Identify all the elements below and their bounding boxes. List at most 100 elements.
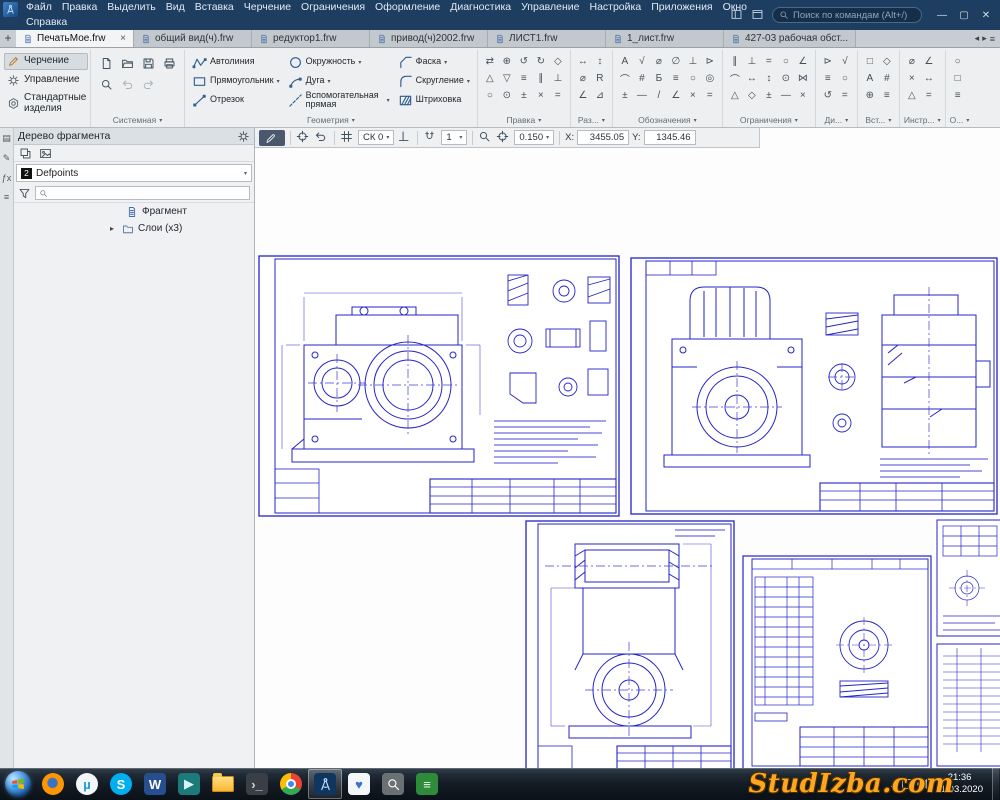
chrome-icon[interactable] [274, 769, 308, 799]
scale-field[interactable]: 1▾ [441, 130, 467, 145]
library-app-icon[interactable]: ≡ [410, 769, 444, 799]
tool-autoline[interactable]: Автолиния [190, 53, 282, 71]
tool-icon[interactable]: ▽ [499, 70, 515, 86]
tool-icon[interactable]: ⊳ [820, 53, 836, 69]
command-search[interactable] [772, 7, 922, 23]
document-tab[interactable]: редуктор1.frw [252, 30, 370, 47]
new-document-button[interactable] [96, 53, 116, 73]
tool-icon[interactable]: ↔ [575, 53, 591, 69]
menu-item[interactable]: Оформление [370, 0, 445, 15]
scroll-tabs-right-icon[interactable]: ▸ [982, 33, 987, 44]
menu-item[interactable]: Вставка [190, 0, 239, 15]
windows-arrange-icon[interactable] [751, 8, 766, 23]
tree-node[interactable]: Фрагмент [14, 203, 254, 220]
save-button[interactable] [138, 53, 158, 73]
tool-icon[interactable]: ○ [950, 53, 966, 69]
tool-icon[interactable]: ↻ [533, 53, 549, 69]
new-tab-button[interactable]: + [0, 30, 16, 47]
panel-pencil-icon[interactable]: ✎ [3, 153, 11, 164]
tool-icon[interactable]: — [634, 87, 650, 103]
snap-settings-icon[interactable] [423, 130, 438, 145]
tool-icon[interactable]: × [795, 87, 811, 103]
move-tool-icon[interactable] [296, 130, 311, 145]
scroll-tabs-left-icon[interactable]: ◂ [975, 33, 980, 44]
tool-icon[interactable]: ± [516, 87, 532, 103]
rounding-step-field[interactable]: 0.150▾ [514, 130, 554, 145]
tool-icon[interactable]: A [617, 53, 633, 69]
tool-icon[interactable]: √ [837, 53, 853, 69]
tool-icon[interactable]: = [921, 87, 937, 103]
zoom-tool-icon[interactable] [478, 130, 493, 145]
menu-item[interactable]: Файл [21, 0, 57, 15]
tool-icon[interactable]: ∥ [727, 53, 743, 69]
tool-icon[interactable]: △ [727, 87, 743, 103]
tool-icon[interactable]: ⊕ [499, 53, 515, 69]
tool-icon[interactable]: ○ [837, 70, 853, 86]
tool-hatch[interactable]: Штриховка [396, 91, 472, 109]
tool-icon[interactable]: ∠ [575, 87, 591, 103]
tool-icon[interactable]: ∥ [533, 70, 549, 86]
menu-item[interactable]: Правка [57, 0, 102, 15]
tool-icon[interactable]: × [533, 87, 549, 103]
y-coordinate-field[interactable]: 1345.46 [644, 130, 696, 145]
ortho-mode-icon[interactable] [397, 130, 412, 145]
media-app-icon[interactable]: ▶ [172, 769, 206, 799]
explorer-folder-icon[interactable] [206, 769, 240, 799]
preview-pane-icon[interactable] [39, 147, 52, 160]
tool-icon[interactable]: = [761, 53, 777, 69]
menu-item[interactable]: Вид [161, 0, 190, 15]
document-tab[interactable]: общий вид(ч).frw [134, 30, 252, 47]
tool-icon[interactable]: ⊿ [592, 87, 608, 103]
close-tab-icon[interactable]: × [120, 33, 126, 44]
tool-icon[interactable]: # [879, 70, 895, 86]
current-layer-select[interactable]: 2 Defpoints ▾ [16, 164, 252, 182]
tool-icon[interactable]: ↔ [744, 70, 760, 86]
tool-icon[interactable]: □ [950, 70, 966, 86]
tool-icon[interactable]: ↔ [921, 70, 937, 86]
utorrent-icon[interactable]: µ [70, 769, 104, 799]
tool-icon[interactable]: ◎ [702, 70, 718, 86]
tool-chamfer[interactable]: Фаска▾ [396, 53, 472, 71]
tool-icon[interactable]: ⊕ [862, 87, 878, 103]
document-tab[interactable]: 427-03 рабочая обст... [724, 30, 856, 47]
tool-icon[interactable]: ⇄ [482, 53, 498, 69]
open-folder-button[interactable] [117, 53, 137, 73]
tool-icon[interactable]: ∠ [921, 53, 937, 69]
tool-icon[interactable]: ⊥ [550, 70, 566, 86]
tool-icon[interactable]: ⌀ [904, 53, 920, 69]
coordinate-system-select[interactable]: СК 0▾ [358, 130, 394, 145]
print-button[interactable] [159, 53, 179, 73]
tool-icon[interactable]: R [592, 70, 608, 86]
tool-icon[interactable]: ↺ [820, 87, 836, 103]
tool-icon[interactable]: △ [482, 70, 498, 86]
preview-button[interactable] [96, 74, 116, 94]
tool-fillet[interactable]: Скругление▾ [396, 72, 472, 90]
tool-icon[interactable]: ∅ [668, 53, 684, 69]
volume-icon[interactable] [917, 779, 927, 789]
panel-tree-icon[interactable]: ▤ [2, 133, 11, 144]
tool-icon[interactable]: = [550, 87, 566, 103]
minimize-button[interactable]: — [932, 6, 952, 24]
menu-item[interactable]: Диагностика [445, 0, 516, 15]
category-standard-parts[interactable]: Стандартные изделия [4, 91, 88, 116]
tool-icon[interactable]: ⌒ [727, 70, 743, 86]
tool-icon[interactable]: # [634, 70, 650, 86]
x-coordinate-field[interactable]: 3455.05 [577, 130, 629, 145]
drawing-canvas[interactable]: ▾ СК 0▾ 1▾ 0.150▾ X: 3455.05 Y: 1345.46 [255, 128, 1000, 768]
tool-icon[interactable]: △ [904, 87, 920, 103]
tool-icon[interactable]: ⌒ [617, 70, 633, 86]
tool-icon[interactable]: ↺ [516, 53, 532, 69]
category-drawing[interactable]: Черчение [4, 53, 88, 70]
tree-search-input[interactable] [51, 188, 246, 198]
skype-icon[interactable]: S [104, 769, 138, 799]
tool-icon[interactable]: ⋈ [795, 70, 811, 86]
tool-icon[interactable]: ≡ [820, 70, 836, 86]
console-app-icon[interactable]: ›_ [240, 769, 274, 799]
undo-button[interactable] [117, 74, 137, 94]
network-icon[interactable] [902, 779, 912, 789]
tool-icon[interactable]: ⊙ [778, 70, 794, 86]
maximize-button[interactable]: ▢ [954, 6, 974, 24]
tool-construction-line[interactable]: Вспомогательная прямая▾ [286, 91, 392, 109]
panel-menu-icon[interactable]: ≡ [4, 192, 9, 202]
tool-icon[interactable]: × [685, 87, 701, 103]
